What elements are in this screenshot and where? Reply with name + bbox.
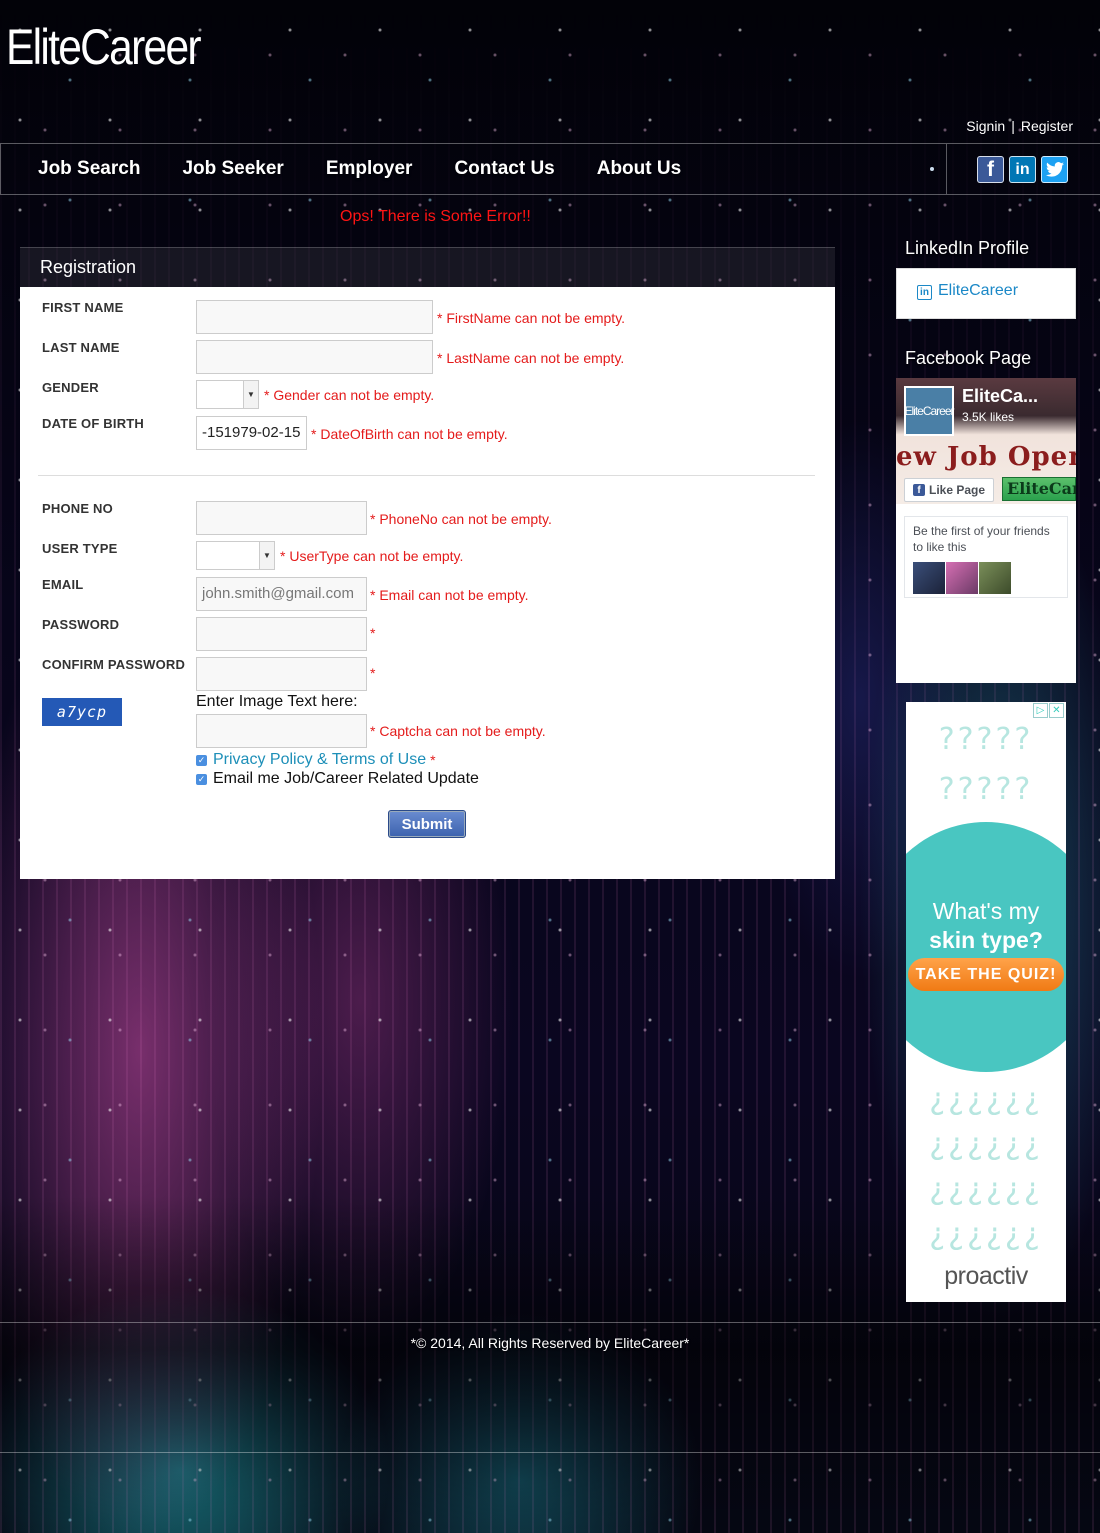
chevron-down-icon: ▼ <box>243 381 258 408</box>
section-divider <box>38 475 815 476</box>
ad-pattern: ¿¿¿¿¿¿ <box>929 1127 1043 1162</box>
email-error: * Email can not be empty. <box>370 587 529 603</box>
password-required-star: * <box>370 625 376 641</box>
confirm-password-required-star: * <box>370 665 376 681</box>
confirm-password-input[interactable] <box>196 657 367 691</box>
nav-contact-us[interactable]: Contact Us <box>454 158 554 180</box>
facebook-page-name[interactable]: EliteCa... <box>962 386 1038 407</box>
facebook-page-title: Facebook Page <box>905 348 1032 368</box>
facebook-cover-badge: EliteCar <box>1002 477 1076 501</box>
dob-error: * DateOfBirth can not be empty. <box>311 426 508 442</box>
password-input[interactable] <box>196 617 367 651</box>
avatar[interactable] <box>913 562 945 594</box>
nav-employer[interactable]: Employer <box>326 158 413 180</box>
facebook-widget: EliteCareer EliteCa... 3.5K likes ew Job… <box>896 378 1076 683</box>
gender-error: * Gender can not be empty. <box>264 387 435 403</box>
phone-input[interactable] <box>196 501 367 535</box>
registration-title: Registration <box>40 257 137 277</box>
auth-links: Signin | Register <box>966 118 1073 134</box>
nav-job-search[interactable]: Job Search <box>38 158 140 180</box>
facebook-friends-text: Be the first of your friends to like thi… <box>913 524 1050 554</box>
last-name-error: * LastName can not be empty. <box>437 350 625 366</box>
ad-pattern: ¿¿¿¿¿¿ <box>929 1172 1043 1207</box>
linkedin-profile-box: in EliteCareer <box>896 268 1076 319</box>
footer-divider <box>0 1322 1100 1323</box>
ad-controls: ▷ ✕ <box>1033 703 1064 718</box>
facebook-like-button[interactable]: f Like Page <box>904 478 994 502</box>
dob-label: DATE OF BIRTH <box>42 416 145 431</box>
linkedin-icon[interactable]: in <box>1009 156 1036 183</box>
privacy-required-star: * <box>430 752 436 768</box>
confirm-password-label: CONFIRM PASSWORD <box>42 657 186 672</box>
chevron-down-icon: ▼ <box>259 542 274 569</box>
signin-link[interactable]: Signin <box>966 118 1005 134</box>
newsletter-checkbox[interactable]: ✓ <box>196 773 207 785</box>
captcha-error: * Captcha can not be empty. <box>370 723 546 739</box>
privacy-checkbox[interactable]: ✓ <box>196 754 207 766</box>
ad-pattern: ¿¿¿¿¿¿ <box>929 1217 1043 1252</box>
nav-job-seeker[interactable]: Job Seeker <box>182 158 283 180</box>
facebook-icon: f <box>912 484 925 496</box>
ad-cta-button[interactable]: TAKE THE QUIZ! <box>908 958 1064 991</box>
ad-pattern: ¿¿¿¿¿¿ <box>929 1082 1043 1117</box>
newsletter-row: ✓ Email me Job/Career Related Update <box>196 770 479 788</box>
ad-brand-logo: proactiv <box>944 1262 1028 1290</box>
facebook-icon[interactable]: f <box>977 156 1004 183</box>
main-navbar: Job Search Job Seeker Employer Contact U… <box>0 143 1100 195</box>
first-name-error: * FirstName can not be empty. <box>437 310 626 326</box>
user-type-label: USER TYPE <box>42 541 118 556</box>
facebook-friend-avatars <box>913 562 1011 594</box>
newsletter-label: Email me Job/Career Related Update <box>213 770 479 787</box>
phone-error: * PhoneNo can not be empty. <box>370 511 552 527</box>
facebook-cover-text: ew Job Openi <box>896 442 1076 472</box>
facebook-friends-box: Be the first of your friends to like thi… <box>904 516 1068 598</box>
error-banner: Ops! There is Some Error!! <box>340 208 531 225</box>
linkedin-icon: in <box>917 285 932 300</box>
ad-headline: What's my skin type? <box>929 898 1043 953</box>
dob-input[interactable]: -151979-02-15 <box>196 416 307 450</box>
captcha-image: a7ycp <box>42 698 122 726</box>
ad-pattern: ????? <box>938 772 1034 807</box>
password-label: PASSWORD <box>42 617 120 632</box>
first-name-input[interactable] <box>196 300 433 334</box>
sidebar-ad[interactable]: ????? ????? What's my skin type? TAKE TH… <box>906 702 1066 1302</box>
linkedin-profile-link[interactable]: EliteCareer <box>938 282 1018 300</box>
facebook-page-avatar[interactable]: EliteCareer <box>904 386 955 436</box>
footer-divider <box>0 1452 1100 1453</box>
captcha-prompt: Enter Image Text here: <box>196 693 358 710</box>
gender-label: GENDER <box>42 380 99 395</box>
email-label: EMAIL <box>42 577 84 592</box>
registration-header: Registration <box>20 247 835 288</box>
user-type-select[interactable]: ▼ <box>196 541 275 570</box>
last-name-label: LAST NAME <box>42 340 120 355</box>
twitter-icon[interactable] <box>1041 156 1068 183</box>
nav-menu: Job Search Job Seeker Employer Contact U… <box>38 144 723 194</box>
captcha-input[interactable] <box>196 714 367 748</box>
avatar[interactable] <box>979 562 1011 594</box>
footer-copyright: *© 2014, All Rights Reserved by EliteCar… <box>410 1335 690 1351</box>
register-link[interactable]: Register <box>1021 118 1073 134</box>
close-icon[interactable]: ✕ <box>1049 703 1064 718</box>
gender-select[interactable]: ▼ <box>196 380 259 409</box>
linkedin-profile-title: LinkedIn Profile <box>905 238 1030 258</box>
avatar[interactable] <box>946 562 978 594</box>
auth-separator: | <box>1011 118 1015 134</box>
phone-label: PHONE NO <box>42 501 113 516</box>
nav-about-us[interactable]: About Us <box>597 158 681 180</box>
last-name-input[interactable] <box>196 340 433 374</box>
social-icons: f in <box>977 156 1068 183</box>
submit-button[interactable]: Submit <box>388 810 466 838</box>
user-type-error: * UserType can not be empty. <box>280 548 464 564</box>
first-name-label: FIRST NAME <box>42 300 124 315</box>
privacy-policy-link[interactable]: Privacy Policy & Terms of Use <box>213 751 426 769</box>
privacy-row: ✓ Privacy Policy & Terms of Use * <box>196 751 436 769</box>
nav-dot <box>930 167 934 171</box>
site-logo[interactable]: EliteCareer <box>6 22 202 72</box>
registration-form: FIRST NAME * FirstName can not be empty.… <box>20 287 835 879</box>
email-input[interactable]: john.smith@gmail.com <box>196 577 367 611</box>
ad-pattern: ????? <box>938 722 1034 757</box>
adchoices-icon[interactable]: ▷ <box>1033 703 1048 718</box>
facebook-like-count: 3.5K likes <box>962 410 1015 424</box>
